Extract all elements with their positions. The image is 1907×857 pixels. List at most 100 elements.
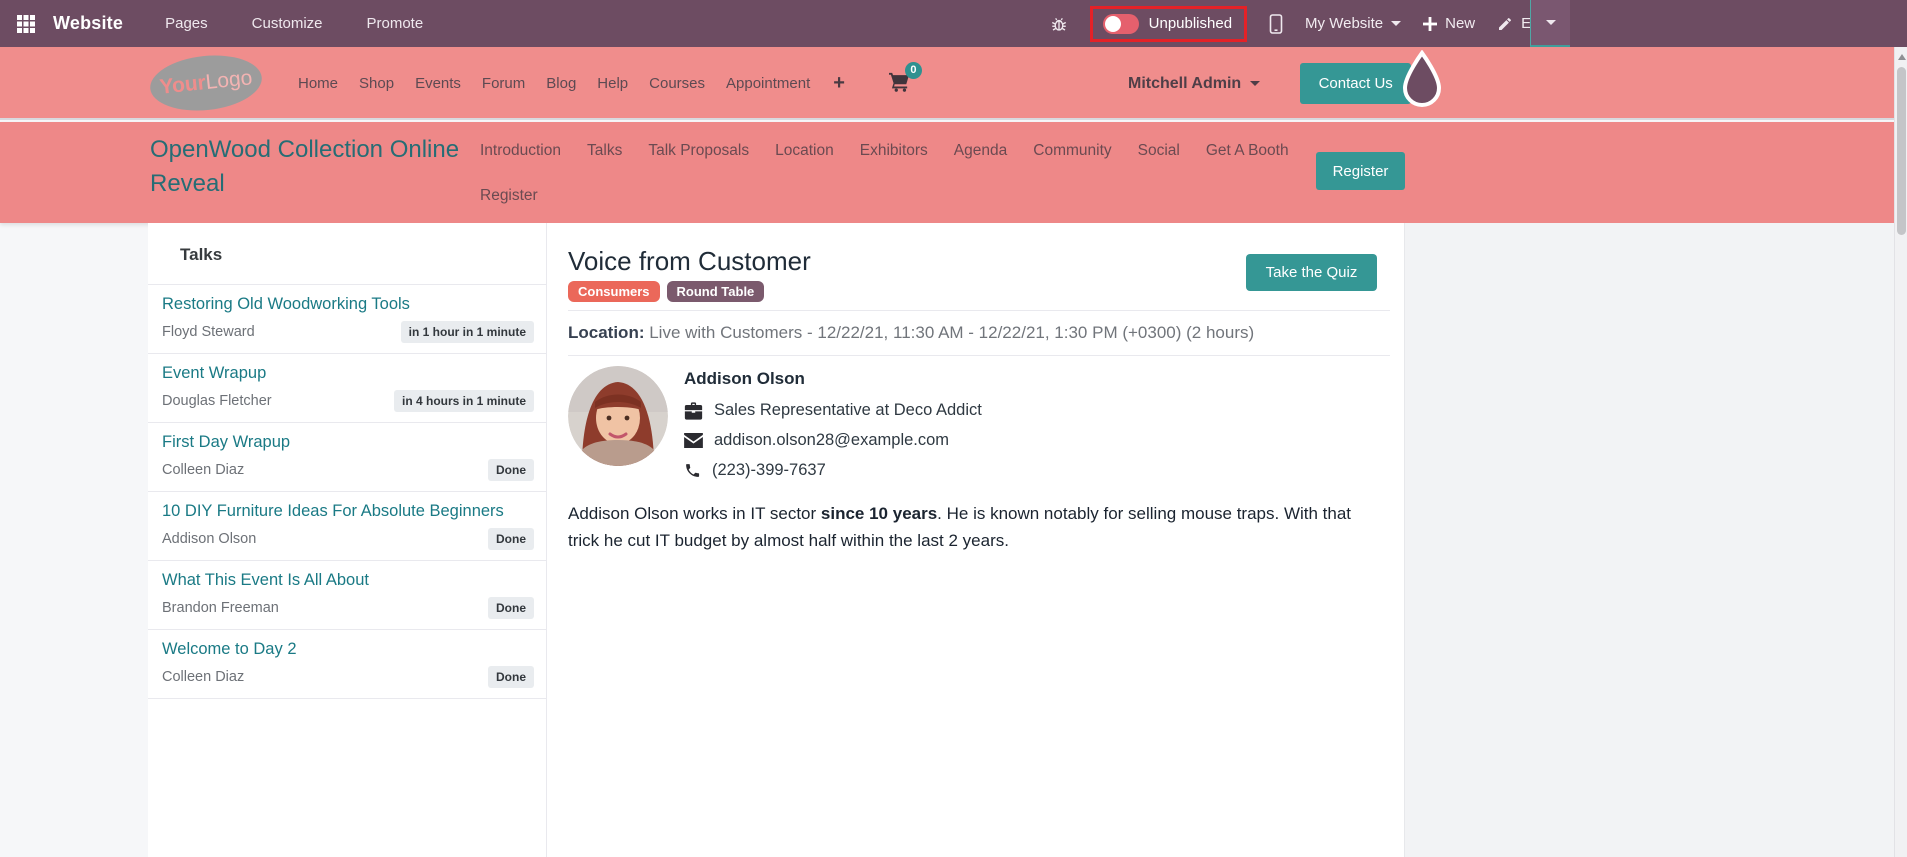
talks-sidebar: Talks Restoring Old Woodworking Tools Fl…: [148, 223, 547, 857]
talk-link[interactable]: Restoring Old Woodworking Tools: [162, 295, 534, 314]
event-title[interactable]: OpenWood Collection Online Reveal: [150, 133, 460, 201]
website-navbar: Your Logo Home Shop Events Forum Blog Hel…: [0, 47, 1894, 120]
drop-marker-icon: [1400, 49, 1444, 113]
talk-list-item[interactable]: First Day Wrapup Colleen Diaz Done: [148, 423, 546, 492]
talk-speaker: Addison Olson: [162, 531, 257, 547]
cart-count-badge: 0: [904, 61, 922, 79]
publish-status-box: Unpublished: [1089, 5, 1248, 42]
divider: [568, 310, 1390, 311]
talk-link[interactable]: 10 DIY Furniture Ideas For Absolute Begi…: [162, 502, 534, 521]
event-nav-social[interactable]: Social: [1138, 137, 1180, 165]
user-menu[interactable]: Mitchell Admin: [1128, 74, 1261, 93]
mobile-preview-icon[interactable]: [1269, 13, 1283, 34]
talk-list-item[interactable]: 10 DIY Furniture Ideas For Absolute Begi…: [148, 492, 546, 561]
chevron-down-icon: [1545, 20, 1556, 25]
talk-status-badge: in 1 hour in 1 minute: [400, 321, 534, 343]
talks-sidebar-title: Talks: [148, 223, 546, 285]
topbar-overflow-dropdown[interactable]: [1530, 0, 1570, 47]
publish-toggle[interactable]: [1102, 13, 1139, 34]
tag-badge: Consumers: [568, 281, 660, 302]
event-nav-agenda[interactable]: Agenda: [954, 137, 1007, 165]
talk-list-item[interactable]: Event Wrapup Douglas Fletcher in 4 hours…: [148, 354, 546, 423]
take-quiz-button[interactable]: Take the Quiz: [1246, 254, 1377, 291]
talk-status-badge: Done: [488, 459, 534, 481]
chevron-down-icon: [1250, 81, 1261, 86]
location-label: Location:: [568, 323, 645, 342]
nav-blog[interactable]: Blog: [546, 75, 576, 92]
site-menu: Home Shop Events Forum Blog Help Courses…: [298, 47, 922, 120]
apps-grid-icon[interactable]: [16, 14, 36, 34]
talk-speaker: Floyd Steward: [162, 324, 255, 340]
scroll-up-arrow-icon[interactable]: [1898, 54, 1906, 60]
website-switcher-label: My Website: [1305, 15, 1384, 32]
talk-speaker: Colleen Diaz: [162, 669, 245, 685]
add-menu-item-icon[interactable]: +: [833, 72, 845, 95]
new-button[interactable]: New: [1423, 15, 1475, 32]
talk-link[interactable]: What This Event Is All About: [162, 571, 534, 590]
event-nav-talk-proposals[interactable]: Talk Proposals: [648, 137, 749, 165]
talk-status-badge: Done: [488, 597, 534, 619]
nav-shop[interactable]: Shop: [359, 75, 394, 92]
event-header: OpenWood Collection Online Reveal Introd…: [0, 122, 1894, 223]
talk-status-badge: Done: [488, 666, 534, 688]
pencil-icon: [1497, 16, 1513, 32]
nav-home[interactable]: Home: [298, 75, 338, 92]
event-nav-introduction[interactable]: Introduction: [480, 137, 561, 165]
event-nav-register[interactable]: Register: [480, 182, 538, 210]
event-nav-exhibitors[interactable]: Exhibitors: [860, 137, 928, 165]
logo-text-1: Your: [158, 71, 207, 99]
menu-pages[interactable]: Pages: [165, 15, 208, 32]
event-nav-location[interactable]: Location: [775, 137, 834, 165]
talk-link[interactable]: Welcome to Day 2: [162, 640, 534, 659]
logo-text-2: Logo: [204, 66, 254, 94]
speaker-phone[interactable]: (223)-399-7637: [712, 461, 826, 480]
phone-icon: [684, 462, 701, 479]
register-button[interactable]: Register: [1316, 152, 1405, 190]
talk-speaker: Douglas Fletcher: [162, 393, 272, 409]
briefcase-icon: [684, 401, 703, 420]
talk-list-item[interactable]: Welcome to Day 2 Colleen Diaz Done: [148, 630, 546, 699]
event-nav-community[interactable]: Community: [1033, 137, 1111, 165]
website-switcher[interactable]: My Website: [1305, 15, 1402, 32]
event-menu: Introduction Talks Talk Proposals Locati…: [480, 137, 1315, 210]
contact-us-button[interactable]: Contact Us: [1300, 63, 1412, 104]
envelope-icon: [684, 433, 703, 448]
plus-icon: [1423, 16, 1438, 31]
tag-badge: Round Table: [666, 281, 765, 302]
menu-customize[interactable]: Customize: [252, 15, 323, 32]
speaker-email[interactable]: addison.olson28@example.com: [714, 431, 949, 450]
nav-courses[interactable]: Courses: [649, 75, 705, 92]
talk-tags: Consumers Round Table: [568, 281, 765, 302]
site-logo[interactable]: Your Logo: [147, 50, 265, 116]
talk-location: Location: Live with Customers - 12/22/21…: [568, 323, 1254, 343]
chevron-down-icon: [1391, 21, 1402, 26]
cart-button[interactable]: 0: [888, 61, 922, 96]
browser-screen: Website Pages Customize Promote Unpublis…: [0, 0, 1907, 857]
nav-forum[interactable]: Forum: [482, 75, 525, 92]
user-name: Mitchell Admin: [1128, 74, 1242, 92]
scrollbar-thumb[interactable]: [1897, 67, 1906, 235]
talk-detail: Voice from Customer Consumers Round Tabl…: [547, 223, 1404, 857]
menu-promote[interactable]: Promote: [367, 15, 424, 32]
topbar-menu: Pages Customize Promote: [165, 15, 423, 32]
divider: [568, 355, 1390, 356]
talk-speaker: Brandon Freeman: [162, 600, 279, 616]
bug-icon[interactable]: [1050, 15, 1068, 33]
speaker-name: Addison Olson: [684, 369, 805, 388]
publish-status-label: Unpublished: [1148, 15, 1233, 32]
event-nav-talks[interactable]: Talks: [587, 137, 622, 165]
new-button-label: New: [1445, 15, 1476, 32]
page-scrollbar[interactable]: [1894, 47, 1907, 857]
nav-appointment[interactable]: Appointment: [726, 75, 810, 92]
nav-help[interactable]: Help: [597, 75, 628, 92]
event-nav-get-a-booth[interactable]: Get A Booth: [1206, 137, 1289, 165]
talk-list-item[interactable]: Restoring Old Woodworking Tools Floyd St…: [148, 285, 546, 354]
talk-status-badge: in 4 hours in 1 minute: [393, 390, 534, 412]
talk-list-item[interactable]: What This Event Is All About Brandon Fre…: [148, 561, 546, 630]
talk-link[interactable]: Event Wrapup: [162, 364, 534, 383]
talk-link[interactable]: First Day Wrapup: [162, 433, 534, 452]
app-title[interactable]: Website: [53, 13, 123, 34]
speaker-card: Addison Olson Sales Representative at De…: [568, 366, 982, 491]
speaker-bio: Addison Olson works in IT sector since 1…: [568, 504, 1352, 550]
nav-events[interactable]: Events: [415, 75, 461, 92]
